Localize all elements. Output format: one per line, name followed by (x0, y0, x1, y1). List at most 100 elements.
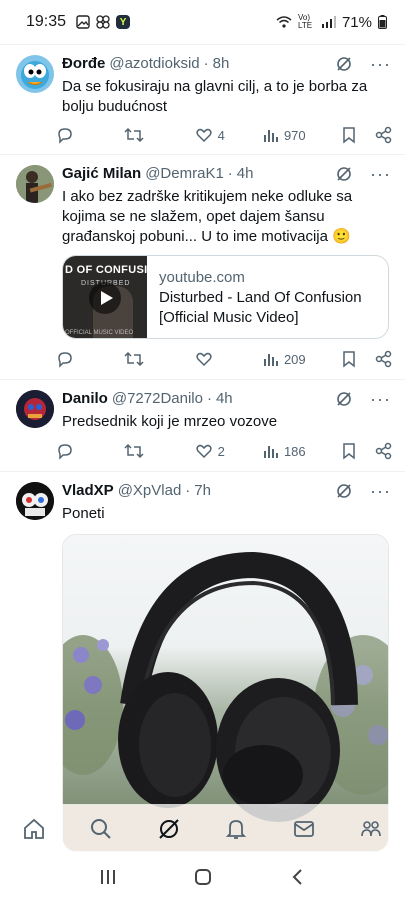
repost-button[interactable] (124, 126, 194, 144)
avatar[interactable] (16, 165, 54, 203)
view-count: 209 (283, 351, 306, 367)
reply-icon (58, 352, 72, 368)
post-age[interactable]: 4h (237, 165, 254, 182)
post-text: Da se fokusiraju na glavni cilj, a to je… (62, 78, 368, 115)
separator: · (227, 165, 233, 182)
bookmark-icon[interactable] (341, 442, 357, 460)
repost-button[interactable] (124, 442, 194, 460)
author-handle[interactable]: @XpVlad (118, 482, 182, 499)
back-icon[interactable] (288, 867, 308, 887)
author-name[interactable]: Gajić Milan (62, 165, 141, 182)
link-title: Disturbed - Land Of Confusion [Official … (159, 289, 362, 326)
reply-button[interactable] (56, 442, 124, 460)
thumbnail-title: D OF CONFUSI (65, 264, 148, 276)
reply-icon (58, 128, 72, 144)
grok-icon[interactable] (157, 817, 181, 841)
views-icon (263, 354, 278, 366)
gallery-icon (76, 15, 90, 29)
author-handle[interactable]: @azotdioksid (109, 55, 199, 72)
views-icon (263, 130, 278, 142)
bookmark-icon[interactable] (341, 126, 357, 144)
grok-icon[interactable] (336, 166, 352, 182)
home-icon[interactable] (22, 817, 46, 841)
post-text: I ako bez zadrške kritikujem neke odluke… (62, 188, 353, 245)
post-text: Predsednik koji je mrzeo vozove (62, 413, 278, 430)
repost-button[interactable] (124, 350, 194, 368)
reply-icon (58, 444, 72, 460)
wifi-icon (276, 16, 292, 28)
separator: · (185, 482, 191, 499)
separator: · (206, 390, 212, 407)
play-icon[interactable] (89, 282, 121, 314)
recent-apps-icon[interactable] (98, 868, 118, 886)
signal-icon (321, 16, 336, 28)
post-header: Gajić Milan @DemraK1 · 4h ··· (62, 165, 391, 183)
home-button-icon[interactable] (193, 867, 213, 887)
system-navigation-bar (0, 854, 405, 900)
author-name[interactable]: Đorđe (62, 55, 105, 72)
post-age[interactable]: 8h (213, 55, 230, 72)
notifications-icon[interactable] (224, 817, 248, 841)
status-bar: 19:35 Y Vo) LTE 71% (0, 0, 405, 44)
like-count: 4 (217, 127, 225, 143)
share-icon[interactable] (375, 126, 393, 144)
avatar[interactable] (16, 482, 54, 520)
battery-icon (378, 15, 387, 29)
post[interactable]: Đorđe @azotdioksid · 8h ··· Da se fokusi… (0, 45, 405, 155)
heart-icon (195, 444, 212, 459)
share-icon[interactable] (375, 442, 393, 460)
post-header: VladXP @XpVlad · 7h ··· (62, 482, 391, 500)
app-notification-icon: Y (116, 15, 131, 29)
grok-icon[interactable] (336, 391, 352, 407)
post-header: Đorđe @azotdioksid · 8h ··· (62, 55, 391, 73)
post-text: Poneti (62, 505, 105, 522)
video-thumbnail[interactable]: D OF CONFUSI DISTURBED OFFICIAL MUSIC VI… (63, 256, 148, 338)
avatar[interactable] (16, 390, 54, 428)
clock: 19:35 (26, 13, 67, 30)
messages-icon[interactable] (292, 817, 316, 841)
avatar[interactable] (16, 55, 54, 93)
view-count: 186 (283, 443, 306, 459)
repost-icon (124, 351, 144, 367)
action-bar: 2 186 (56, 439, 393, 463)
action-bar: 4 970 (56, 123, 393, 147)
more-options-icon[interactable]: ··· (370, 55, 391, 73)
reply-button[interactable] (56, 126, 124, 144)
network-type: Vo) LTE (297, 13, 313, 30)
thumbnail-caption: OFFICIAL MUSIC VIDEO (65, 330, 134, 336)
author-handle[interactable]: @DemraK1 (145, 165, 224, 182)
author-handle[interactable]: @7272Danilo (112, 390, 203, 407)
post[interactable]: Danilo @7272Danilo · 4h ··· Predsednik k… (0, 380, 405, 472)
communities-icon[interactable] (359, 817, 383, 841)
views-button[interactable]: 186 (263, 443, 341, 459)
link-card[interactable]: D OF CONFUSI DISTURBED OFFICIAL MUSIC VI… (62, 255, 389, 339)
search-icon[interactable] (89, 817, 113, 841)
views-button[interactable]: 970 (263, 127, 341, 143)
grok-icon[interactable] (336, 483, 352, 499)
link-domain: youtube.com (159, 269, 245, 286)
more-options-icon[interactable]: ··· (370, 390, 391, 408)
share-icon[interactable] (375, 350, 393, 368)
views-icon (263, 446, 278, 458)
like-button[interactable] (195, 350, 263, 368)
pinwheel-icon (96, 15, 110, 29)
post-age[interactable]: 7h (194, 482, 211, 499)
bottom-navigation (0, 804, 405, 854)
author-name[interactable]: Danilo (62, 390, 108, 407)
view-count: 970 (283, 127, 306, 143)
grok-icon[interactable] (336, 56, 352, 72)
link-info: youtube.com Disturbed - Land Of Confusio… (147, 256, 388, 338)
separator: · (203, 55, 209, 72)
views-button[interactable]: 209 (263, 351, 341, 367)
like-button[interactable]: 2 (195, 442, 263, 460)
author-name[interactable]: VladXP (62, 482, 114, 499)
bookmark-icon[interactable] (341, 350, 357, 368)
like-button[interactable]: 4 (195, 126, 263, 144)
post-header: Danilo @7272Danilo · 4h ··· (62, 390, 391, 408)
more-options-icon[interactable]: ··· (370, 482, 391, 500)
more-options-icon[interactable]: ··· (370, 165, 391, 183)
post-age[interactable]: 4h (216, 390, 233, 407)
reply-button[interactable] (56, 350, 124, 368)
like-count: 2 (217, 443, 225, 459)
post[interactable]: Gajić Milan @DemraK1 · 4h ··· I ako bez … (0, 155, 405, 380)
